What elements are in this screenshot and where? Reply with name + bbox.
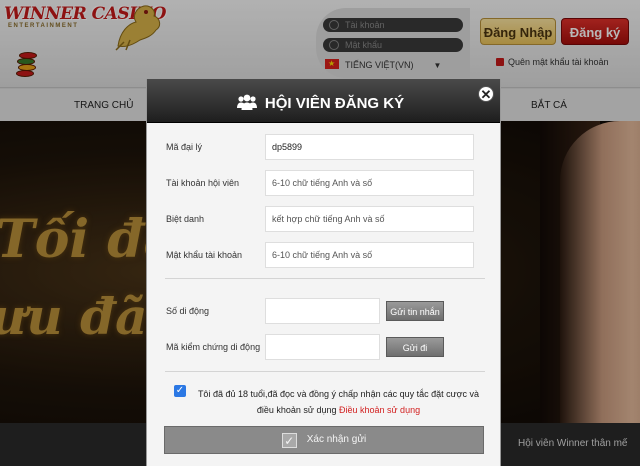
- verify-code-input[interactable]: [265, 334, 380, 360]
- check-icon: ✓: [281, 433, 297, 448]
- modal-header: HỘI VIÊN ĐĂNG KÝ ✕: [147, 79, 500, 123]
- submit-label: Xác nhận gửi: [306, 434, 367, 445]
- account-input[interactable]: 6-10 chữ tiếng Anh và số: [265, 170, 474, 196]
- password-label: Mật khẩu tài khoản: [166, 250, 243, 260]
- verify-code-label: Mã kiểm chứng di động: [166, 342, 261, 352]
- agent-code-input[interactable]: dp5899: [265, 134, 474, 160]
- submit-button[interactable]: ✓ Xác nhận gửi: [164, 426, 484, 454]
- form-row-agent-code: Mã đại lý dp5899: [147, 134, 500, 160]
- form-divider: [165, 278, 485, 279]
- nickname-label: Biệt danh: [166, 214, 205, 224]
- form-divider: [165, 371, 485, 372]
- password-field[interactable]: 6-10 chữ tiếng Anh và số: [265, 242, 474, 268]
- phone-input[interactable]: [265, 298, 380, 324]
- close-button[interactable]: ✕: [478, 86, 494, 102]
- form-row-password: Mật khẩu tài khoản 6-10 chữ tiếng Anh và…: [147, 242, 500, 268]
- form-row-account: Tài khoản hội viên 6-10 chữ tiếng Anh và…: [147, 170, 500, 196]
- form-row-phone: Số di động Gửi tin nhắn: [147, 298, 500, 324]
- phone-label: Số di động: [166, 306, 210, 316]
- send-sms-button[interactable]: Gửi tin nhắn: [386, 301, 444, 321]
- register-modal: HỘI VIÊN ĐĂNG KÝ ✕ Mã đại lý dp5899 Tài …: [146, 79, 501, 466]
- form-row-nickname: Biệt danh kết hợp chữ tiếng Anh và số: [147, 206, 500, 232]
- modal-title: HỘI VIÊN ĐĂNG KÝ: [264, 95, 405, 112]
- terms-checkbox[interactable]: ✓: [174, 385, 186, 397]
- send-code-button[interactable]: Gửi đi: [386, 337, 444, 357]
- nickname-input[interactable]: kết hợp chữ tiếng Anh và số: [265, 206, 474, 232]
- form-row-verify: Mã kiểm chứng di động Gửi đi: [147, 334, 500, 360]
- terms-link[interactable]: Điều khoản sử dụng: [339, 405, 420, 415]
- account-label: Tài khoản hội viên: [166, 178, 240, 188]
- agent-code-label: Mã đại lý: [166, 142, 203, 152]
- terms-text-block: Tôi đã đủ 18 tuổi,đã đọc và đồng ý chấp …: [191, 386, 486, 418]
